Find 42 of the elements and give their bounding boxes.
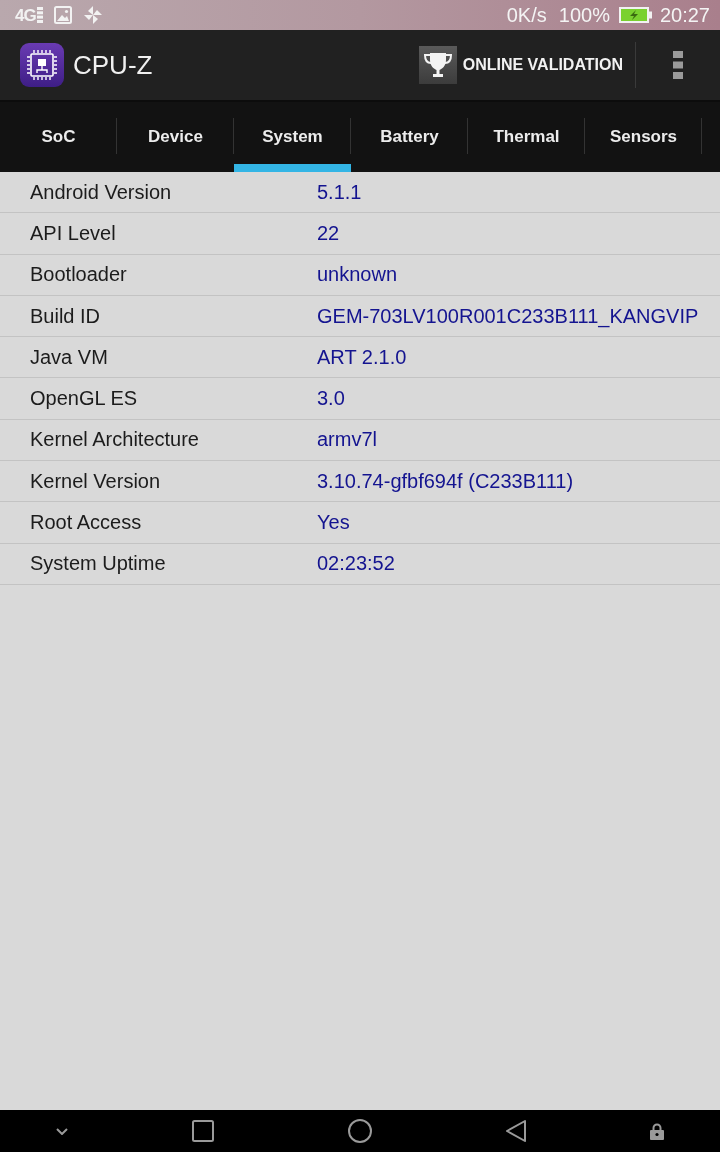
image-icon (53, 6, 72, 24)
battery-percent-text: 100% (558, 5, 610, 25)
property-label: Android Version (30, 180, 172, 204)
property-value: 3.0 (317, 387, 345, 411)
online-validation-button[interactable]: ONLINE VALIDATION (418, 46, 623, 84)
property-label: Kernel Version (30, 469, 161, 493)
property-label: OpenGL ES (30, 387, 138, 411)
tab[interactable]: SoC (0, 102, 117, 172)
network-type-text: 4G (15, 6, 36, 24)
chip-logo-icon (20, 43, 64, 87)
pinwheel-icon (82, 5, 103, 25)
property-label: Kernel Architecture (30, 428, 199, 452)
app-title: CPU-Z (73, 49, 153, 81)
network-speed-text: 0K/s (506, 5, 547, 25)
property-value: 5.1.1 (317, 180, 362, 204)
property-value: unknown (317, 263, 398, 287)
property-value: GEM-703LV100R001C233B111_KANGVIP (317, 304, 699, 328)
property-value: 22 (317, 221, 340, 245)
tab[interactable]: Device (117, 102, 234, 172)
property-value: armv7l (317, 428, 377, 452)
property-label: API Level (30, 221, 116, 245)
chevron-down-icon[interactable] (56, 1127, 68, 1135)
recent-apps-icon[interactable] (192, 1120, 214, 1142)
tab[interactable]: Sensors (585, 102, 702, 172)
property-label: Build ID (30, 304, 101, 328)
back-icon[interactable] (505, 1119, 527, 1143)
trophy-icon (418, 46, 457, 84)
home-icon[interactable] (348, 1119, 372, 1143)
property-value: 3.10.74-gfbf694f (C233B111) (317, 469, 574, 493)
overflow-menu-icon[interactable] (673, 51, 683, 79)
lock-icon[interactable] (650, 1122, 664, 1140)
property-value: ART 2.1.0 (317, 345, 407, 369)
property-label: Bootloader (30, 263, 127, 287)
tab[interactable]: Battery (351, 102, 468, 172)
property-label: Root Access (30, 511, 142, 534)
signal-bars-icon (36, 7, 43, 23)
clock-text: 20:27 (659, 5, 710, 25)
property-value: 02:23:52 (317, 552, 395, 576)
tab[interactable]: Thermal (468, 102, 585, 172)
property-label: System Uptime (30, 552, 166, 576)
property-value: Yes (317, 511, 350, 534)
property-label: Java VM (30, 345, 108, 369)
